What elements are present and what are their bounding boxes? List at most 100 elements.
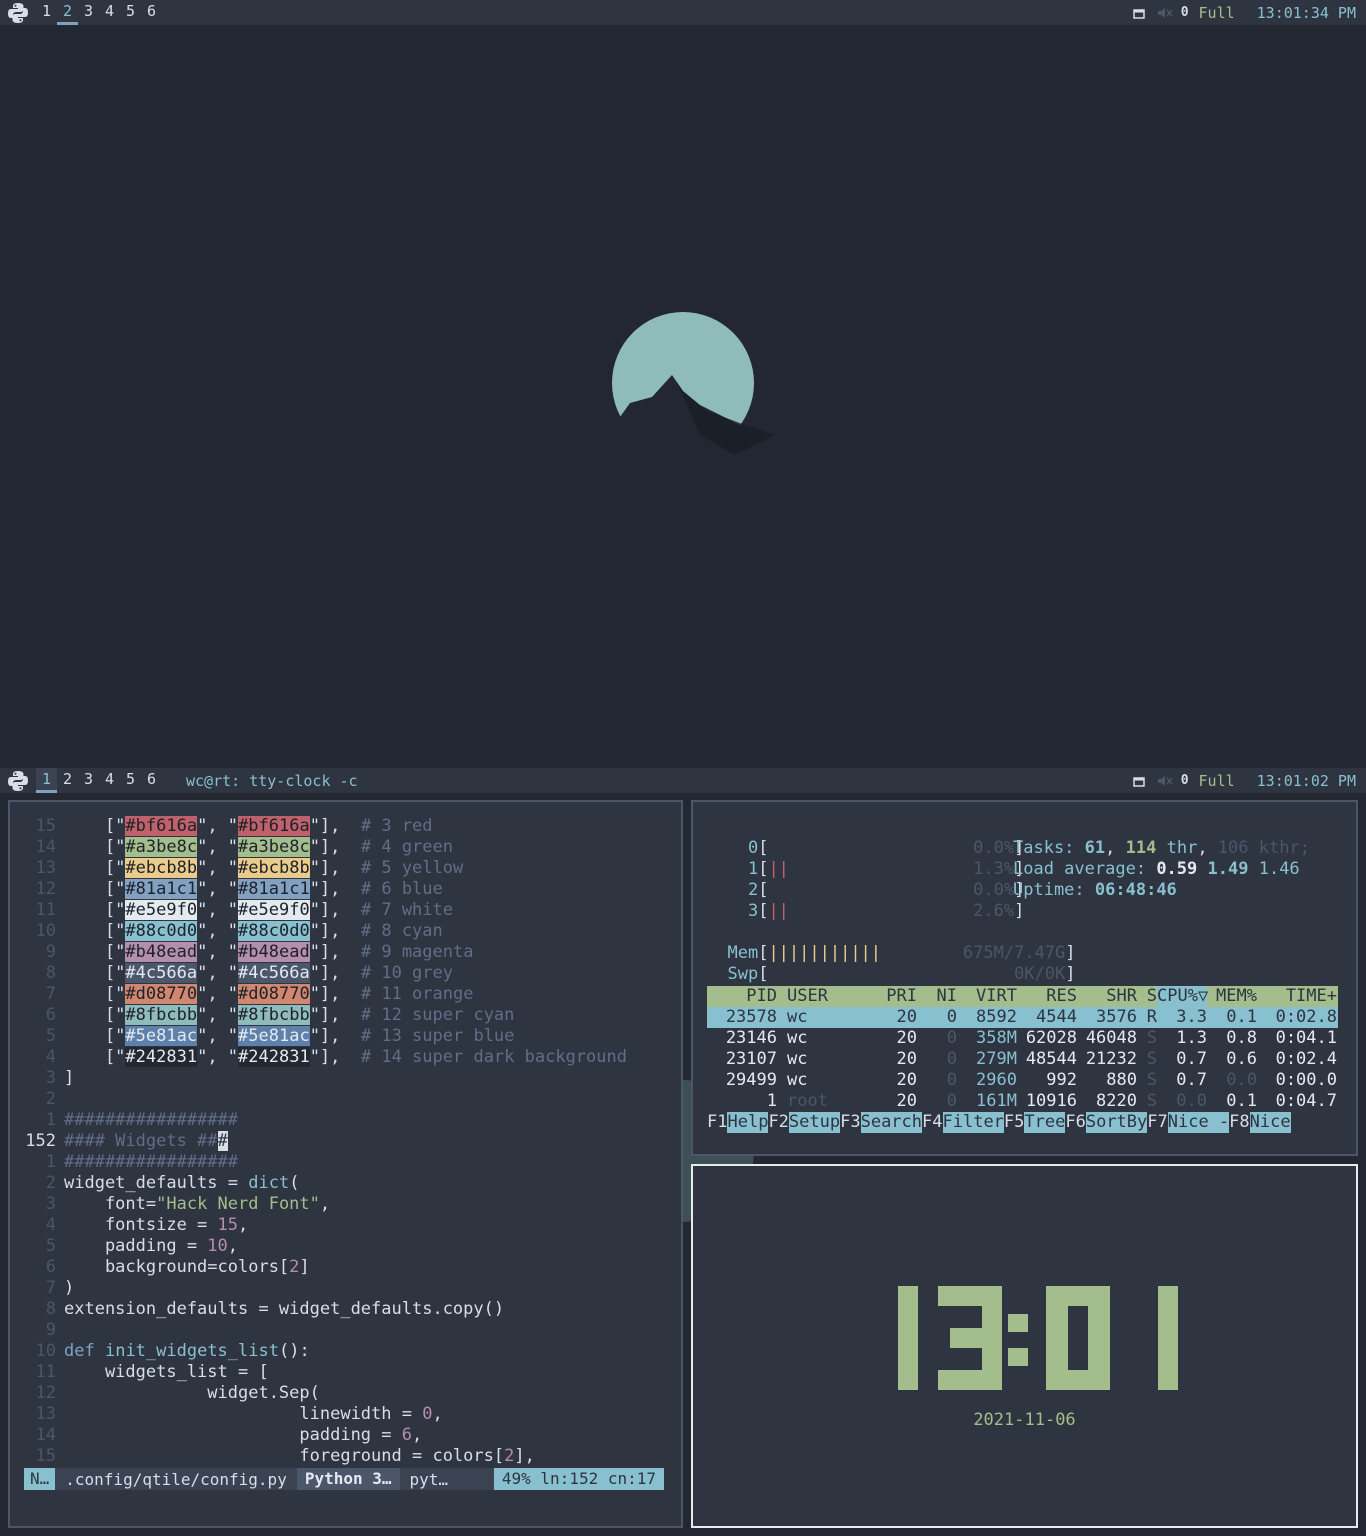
- cell-virt: 358M: [976, 1028, 1017, 1048]
- fkey-F1[interactable]: F1: [707, 1112, 727, 1133]
- fkey-label[interactable]: Setup: [788, 1112, 841, 1133]
- tty-clock-window[interactable]: 2021-11-06: [691, 1164, 1358, 1528]
- process-table[interactable]: PID USER PRI NI VIRT RES SHR S CPU%▽ MEM% TIME+ 23…: [707, 986, 1338, 1112]
- code-line: 14 ["#a3be8c", "#a3be8c"], # 4 green: [24, 837, 627, 858]
- line-code: ["#242831", "#242831"], # 14 super dark …: [64, 1047, 627, 1067]
- color-swatch: #e5e9f0: [125, 900, 198, 920]
- line-code: ["#4c566a", "#4c566a"], # 10 grey: [64, 963, 453, 983]
- process-row[interactable]: 1 root 20 0 161M 10916 8220 S 0.0 0.1 0:04.7: [707, 1091, 1338, 1112]
- cell-time: 0:04.1: [1275, 1028, 1337, 1048]
- cell-cpu: 0.7: [1176, 1070, 1207, 1090]
- cell-s: R: [1146, 1007, 1157, 1027]
- workspace-6[interactable]: 6: [141, 768, 162, 793]
- workspace-1[interactable]: 1: [36, 768, 57, 793]
- column-virt[interactable]: VIRT: [957, 986, 1017, 1007]
- code-line: 15 foreground = colors[2],: [24, 1446, 627, 1467]
- color-swatch: #81a1c1: [125, 879, 198, 899]
- workspace-3[interactable]: 3: [78, 0, 99, 25]
- process-row[interactable]: 23107 wc 20 0 279M 48544 21232 S 0.7 0.6 0:02.4: [707, 1049, 1338, 1070]
- cpu-percent: 0.0%: [973, 838, 1015, 858]
- python-logo-icon[interactable]: [0, 770, 36, 792]
- fkey-F7[interactable]: F7: [1147, 1112, 1167, 1133]
- workspace-2[interactable]: 2: [57, 0, 78, 25]
- fkey-label[interactable]: Nice: [1249, 1112, 1291, 1133]
- line-code: #################: [64, 1152, 238, 1173]
- code-line: 14 padding = 6,: [24, 1425, 627, 1446]
- cell-ni: 0: [946, 1028, 957, 1048]
- fkey-F2[interactable]: F2: [768, 1112, 788, 1133]
- fkey-F3[interactable]: F3: [840, 1112, 860, 1133]
- column-user[interactable]: USER: [777, 986, 877, 1007]
- color-swatch: #5e81ac: [238, 1026, 310, 1046]
- code-line: 11 ["#e5e9f0", "#e5e9f0"], # 7 white: [24, 900, 627, 921]
- fkey-F4[interactable]: F4: [922, 1112, 942, 1133]
- editor-statusline: N… .config/qtile/config.py Python 3… pyt…: [24, 1468, 664, 1490]
- workspace-5[interactable]: 5: [120, 768, 141, 793]
- workspace-4[interactable]: 4: [99, 0, 120, 25]
- code-token: 10: [207, 1236, 228, 1256]
- line-code: widgets_list = [: [64, 1362, 269, 1382]
- workspace-6[interactable]: 6: [141, 0, 162, 25]
- column-s[interactable]: S: [1137, 986, 1157, 1007]
- volume-level: 0: [1180, 773, 1189, 788]
- process-row[interactable]: 23146 wc 20 0 358M 62028 46048 S 1.3 0.8 0:04.1: [707, 1028, 1338, 1049]
- fkey-label[interactable]: Help: [727, 1112, 769, 1133]
- workspace-4[interactable]: 4: [99, 768, 120, 793]
- code-comment: # 3 red: [360, 816, 433, 836]
- code-line: 152 #### Widgets ###: [24, 1131, 627, 1152]
- code-line: 7 ["#d08770", "#d08770"], # 11 orange: [24, 984, 627, 1005]
- workspace-5[interactable]: 5: [120, 0, 141, 25]
- fkey-F5[interactable]: F5: [1004, 1112, 1024, 1133]
- cell-cpu: 1.3: [1176, 1028, 1207, 1048]
- cell-pri: 20: [896, 1007, 917, 1027]
- line-number: 10: [35, 921, 56, 941]
- line-number: 9: [45, 1320, 56, 1340]
- cell-user: wc: [787, 1007, 808, 1027]
- workspace-2[interactable]: 2: [57, 768, 78, 793]
- code-token: "Hack Nerd Font": [156, 1194, 320, 1214]
- python-logo-icon[interactable]: [0, 2, 36, 24]
- color-swatch: #8fbcbb: [125, 1005, 198, 1025]
- editor-window[interactable]: 15 ["#bf616a", "#bf616a"], # 3 red 14 ["#…: [8, 800, 683, 1528]
- workspace-1[interactable]: 1: [36, 0, 57, 25]
- code-token: def: [64, 1341, 95, 1361]
- fkey-label[interactable]: Search: [860, 1112, 923, 1133]
- line-code: padding = 6,: [64, 1425, 423, 1445]
- line-code: ["#ebcb8b", "#ebcb8b"], # 5 yellow: [64, 858, 464, 878]
- column-shr[interactable]: SHR: [1077, 986, 1137, 1007]
- moon-mountain-logo: [600, 312, 790, 465]
- code-view[interactable]: 15 ["#bf616a", "#bf616a"], # 3 red 14 ["#…: [24, 816, 627, 1467]
- cell-s: S: [1146, 1028, 1157, 1048]
- column-mem[interactable]: MEM%: [1207, 986, 1257, 1007]
- clock-date: 2021-11-06: [973, 1410, 1076, 1430]
- cell-time: 0:04.7: [1275, 1091, 1337, 1111]
- process-table-header[interactable]: PID USER PRI NI VIRT RES SHR S CPU%▽ MEM% TIME+: [707, 986, 1338, 1007]
- code-line: 6 background=colors[2]: [24, 1257, 627, 1278]
- code-line: 8 ["#4c566a", "#4c566a"], # 10 grey: [24, 963, 627, 984]
- column-ni[interactable]: NI: [917, 986, 957, 1007]
- column-time[interactable]: TIME+: [1257, 986, 1337, 1007]
- line-number: 11: [35, 900, 56, 920]
- column-pid[interactable]: PID: [707, 986, 777, 1007]
- process-row[interactable]: 23578 wc 20 0 8592 4544 3576 R 3.3 0.1 0:02.8: [707, 1007, 1338, 1028]
- cell-time: 0:02.4: [1275, 1049, 1337, 1069]
- fkey-label[interactable]: Tree: [1024, 1112, 1066, 1133]
- cell-s: S: [1146, 1049, 1157, 1069]
- volume-muted-icon[interactable]: [1157, 6, 1173, 20]
- code-line: 3]: [24, 1068, 627, 1089]
- fkey-label[interactable]: Filter: [942, 1112, 1004, 1133]
- htop-window[interactable]: 0[ 0.0%] 1[|| 1.3%] 2[ 0.0%] 3[|| 2.6%] …: [691, 800, 1358, 1156]
- workspace-3[interactable]: 3: [78, 768, 99, 793]
- fkey-F8[interactable]: F8: [1229, 1112, 1249, 1133]
- column-pri[interactable]: PRI: [877, 986, 917, 1007]
- volume-muted-icon[interactable]: [1157, 774, 1173, 788]
- line-number: 14: [35, 1425, 56, 1445]
- cell-shr: 46048: [1085, 1028, 1137, 1048]
- code-comment: # 14 super dark background: [360, 1047, 627, 1067]
- fkey-label[interactable]: SortBy: [1085, 1112, 1148, 1133]
- column-res[interactable]: RES: [1017, 986, 1077, 1007]
- fkey-label[interactable]: Nice -: [1167, 1112, 1230, 1133]
- process-row[interactable]: 29499 wc 20 0 2960 992 880 S 0.7 0.0 0:00.0: [707, 1070, 1338, 1091]
- column-cpu[interactable]: CPU%▽: [1157, 986, 1208, 1007]
- fkey-F6[interactable]: F6: [1065, 1112, 1085, 1133]
